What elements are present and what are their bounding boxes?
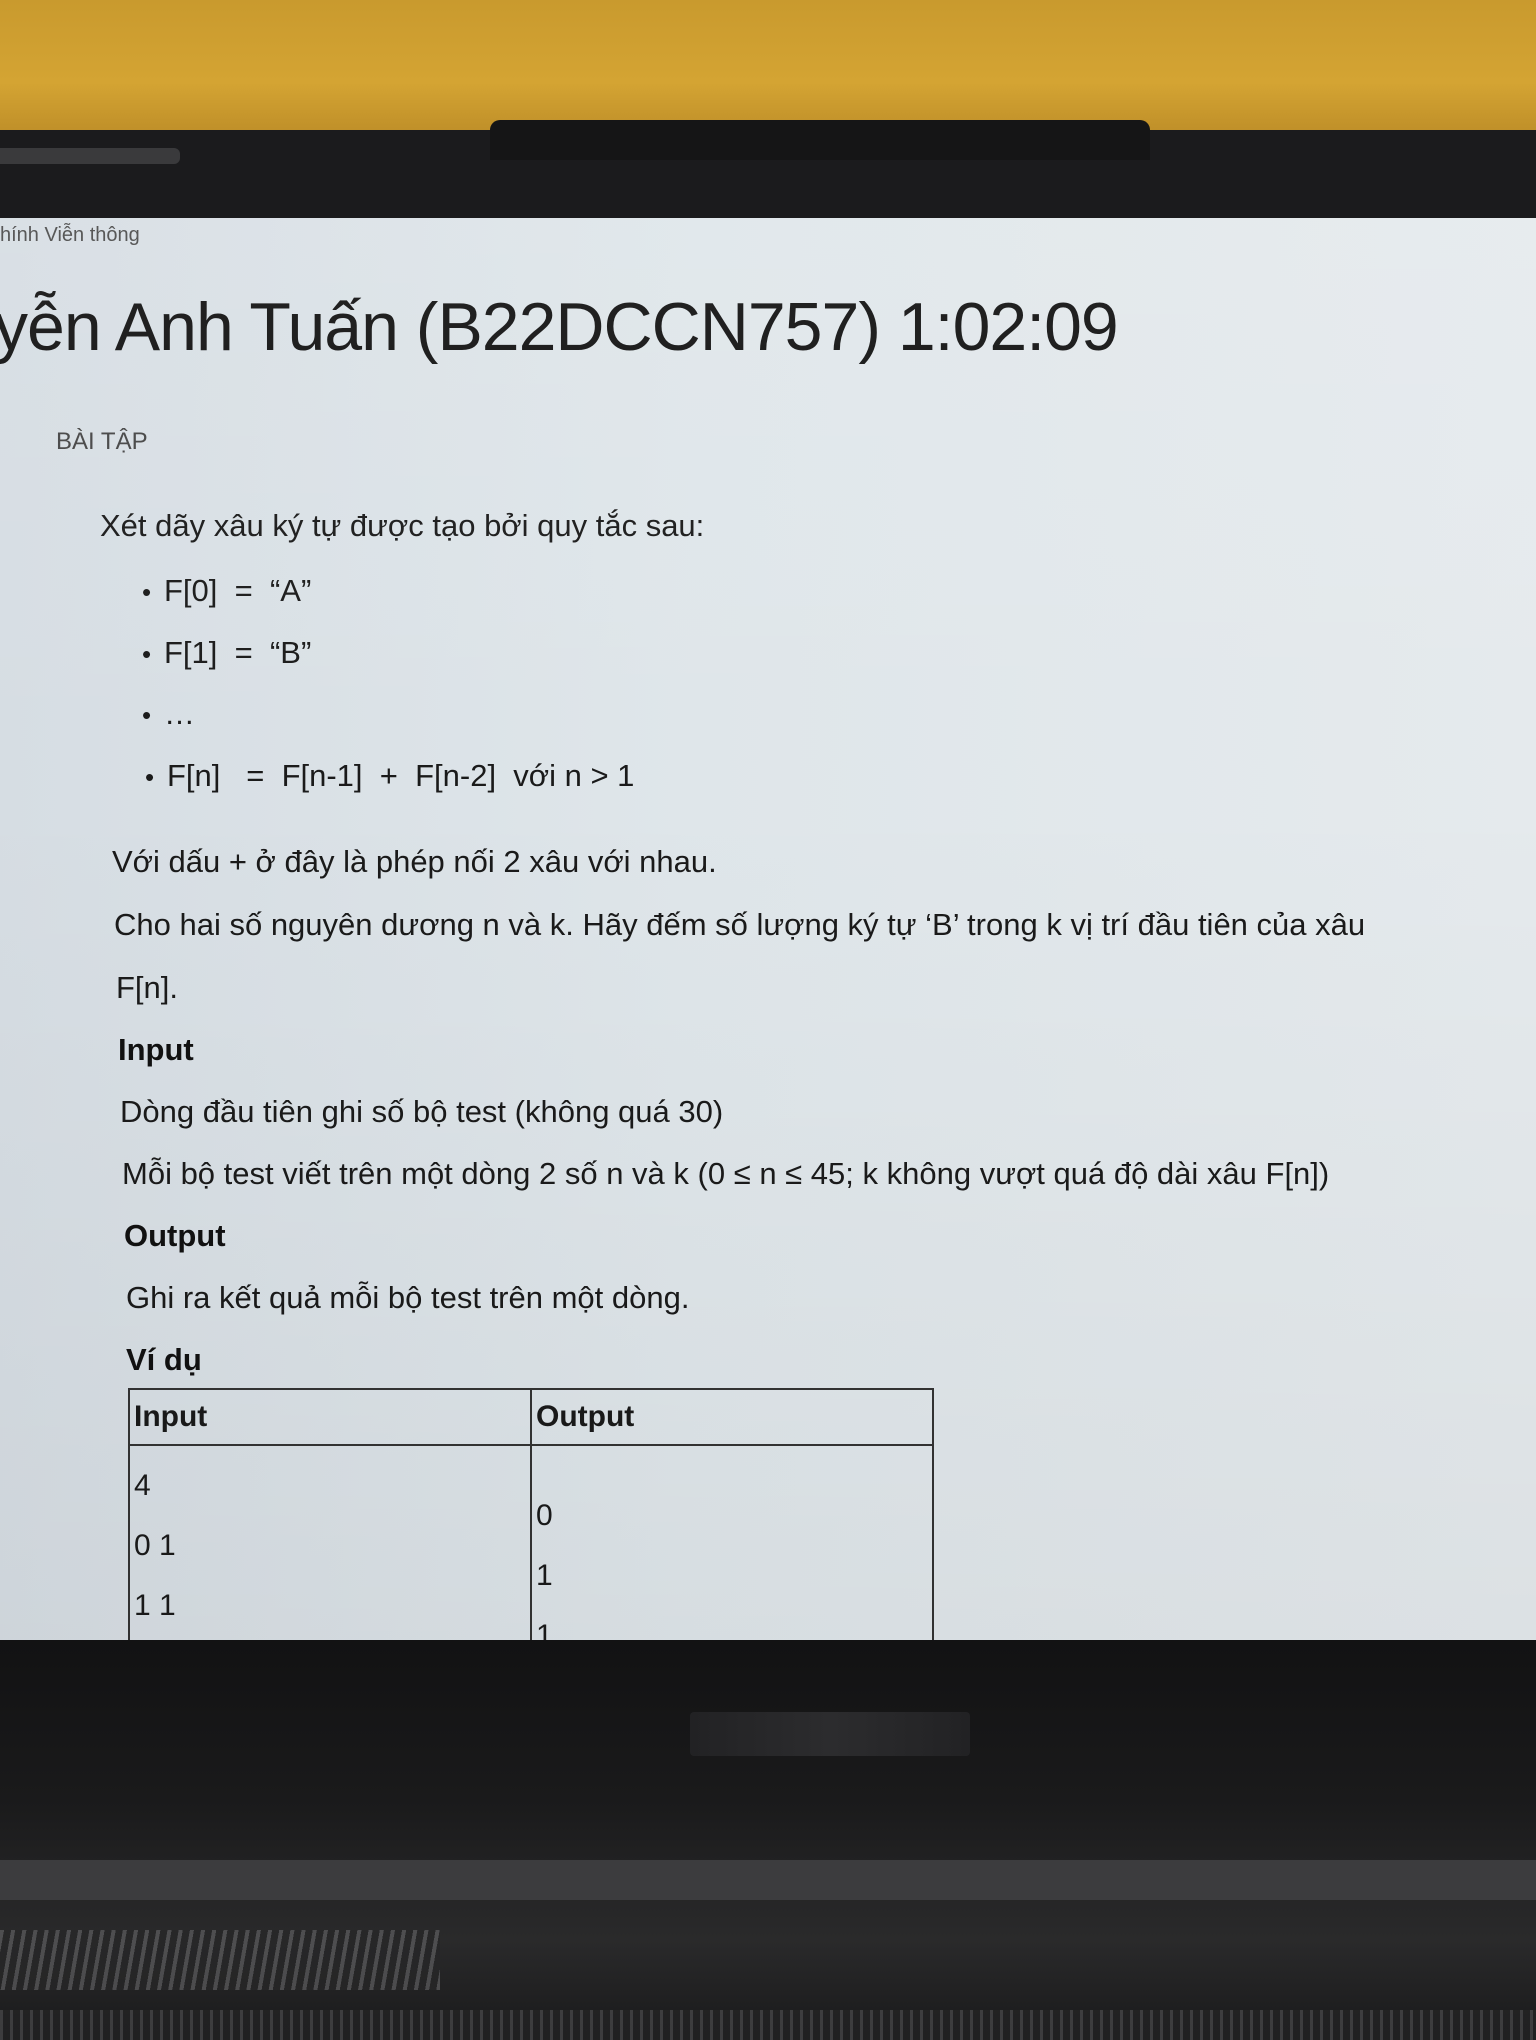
section-label: BÀI TẬP bbox=[56, 428, 148, 455]
bullet-icon: • bbox=[142, 577, 152, 607]
brand-logo-icon bbox=[690, 1712, 970, 1756]
rule-item: • F[0] = “A” bbox=[142, 573, 311, 609]
problem-task-cont: F[n]. bbox=[116, 970, 179, 1005]
problem-intro: Xét dãy xâu ký tự được tạo bởi quy tắc s… bbox=[100, 508, 705, 543]
webcam-notch bbox=[490, 120, 1150, 160]
laptop-hinge bbox=[0, 1860, 1536, 1900]
keyboard-edge bbox=[0, 2010, 1536, 2040]
problem-note: Với dấu + ở đây là phép nối 2 xâu với nh… bbox=[112, 844, 717, 879]
example-output-cell: 0 1 1 bbox=[530, 1444, 934, 1640]
input-line: 0 1 bbox=[134, 1529, 176, 1562]
input-heading: Input bbox=[118, 1032, 194, 1067]
table-header-input: Input bbox=[128, 1388, 532, 1446]
input-line: 4 bbox=[134, 1469, 151, 1502]
rule-item: • F[n] = F[n-1] + F[n-2] với n > 1 bbox=[145, 758, 634, 794]
bezel-trim bbox=[0, 148, 180, 164]
rule-text: F[n] = F[n-1] + F[n-2] với n > 1 bbox=[167, 758, 635, 793]
bullet-icon: • bbox=[142, 700, 152, 730]
example-input-cell: 4 0 1 1 1 bbox=[128, 1444, 532, 1640]
input-line: 1 1 bbox=[134, 1589, 176, 1622]
rule-text: F[0] = “A” bbox=[164, 573, 312, 608]
output-line: 0 bbox=[536, 1499, 553, 1532]
rule-text: … bbox=[164, 696, 195, 731]
output-line: 1 bbox=[536, 1619, 553, 1640]
vent-grille bbox=[0, 1930, 440, 1990]
rule-text: F[1] = “B” bbox=[164, 635, 312, 670]
output-description: Ghi ra kết quả mỗi bộ test trên một dòng… bbox=[126, 1280, 690, 1315]
example-heading: Ví dụ bbox=[126, 1342, 202, 1377]
table-row: 4 0 1 1 1 0 1 1 bbox=[128, 1444, 934, 1640]
breadcrumb[interactable]: hính Viễn thông bbox=[0, 224, 140, 247]
bullet-icon: • bbox=[142, 639, 152, 669]
input-constraints: Mỗi bộ test viết trên một dòng 2 số n và… bbox=[122, 1156, 1330, 1191]
table-header-output: Output bbox=[530, 1388, 934, 1446]
example-table: Input Output 4 0 1 1 1 0 1 1 bbox=[128, 1388, 934, 1640]
rule-item: •… bbox=[142, 696, 195, 732]
output-line: 1 bbox=[536, 1559, 553, 1592]
rule-item: • F[1] = “B” bbox=[142, 635, 311, 671]
page-title: yễn Anh Tuấn (B22DCCN757) 1:02:09 bbox=[0, 289, 1119, 365]
output-heading: Output bbox=[124, 1218, 226, 1253]
table-header-row: Input Output bbox=[128, 1388, 934, 1446]
screen: hính Viễn thông yễn Anh Tuấn (B22DCCN757… bbox=[0, 218, 1536, 1640]
problem-task: Cho hai số nguyên dương n và k. Hãy đếm … bbox=[114, 907, 1366, 942]
bullet-icon: • bbox=[145, 762, 155, 792]
input-description: Dòng đầu tiên ghi số bộ test (không quá … bbox=[120, 1094, 724, 1129]
